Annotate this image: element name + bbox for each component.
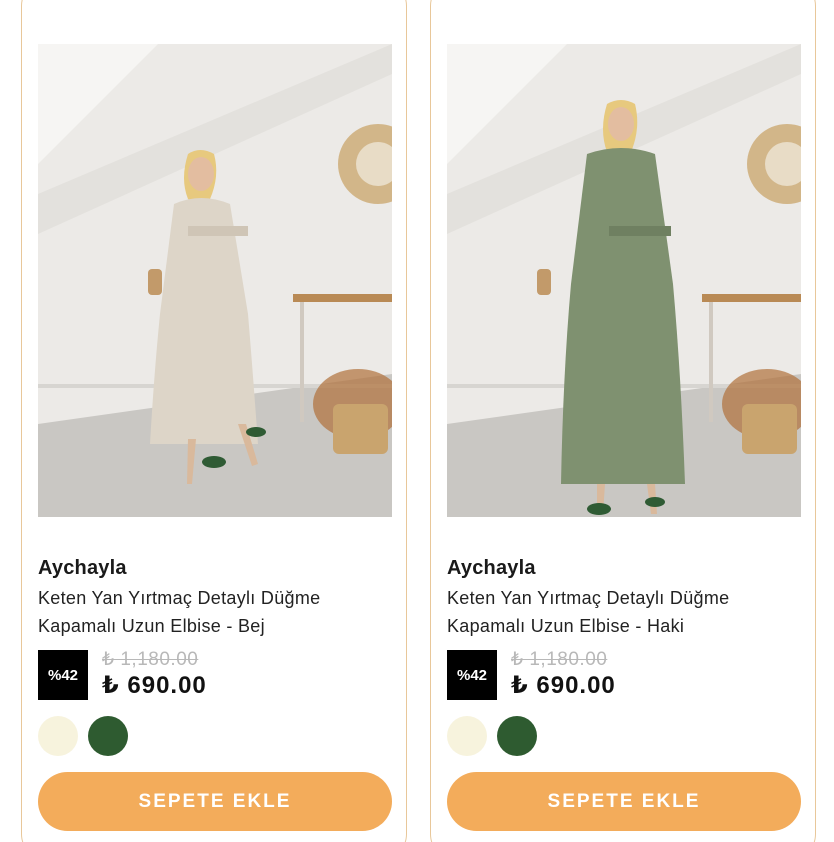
product-image[interactable] — [447, 44, 801, 517]
product-name[interactable]: Keten Yan Yırtmaç Detaylı Düğme Kapamalı… — [38, 584, 388, 640]
brand-name: Aychayla — [447, 557, 536, 579]
discount-badge: %42 — [447, 650, 497, 700]
product-image[interactable] — [38, 44, 392, 517]
product-grid: Aychayla Keten Yan Yırtmaç Detaylı Düğme… — [0, 0, 834, 842]
color-swatches — [447, 716, 537, 756]
swatch-bej[interactable] — [447, 716, 487, 756]
swatch-bej[interactable] — [38, 716, 78, 756]
brand-name: Aychayla — [38, 557, 127, 579]
discount-badge: %42 — [38, 650, 88, 700]
product-card[interactable]: Aychayla Keten Yan Yırtmaç Detaylı Düğme… — [430, 0, 816, 842]
swatch-haki[interactable] — [497, 716, 537, 756]
old-price: ₺ 1,180.00 — [102, 649, 199, 670]
add-to-cart-button[interactable]: SEPETE EKLE — [447, 772, 801, 831]
color-swatches — [38, 716, 128, 756]
new-price: ₺ 690.00 — [511, 672, 616, 699]
new-price: ₺ 690.00 — [102, 672, 207, 699]
swatch-haki[interactable] — [88, 716, 128, 756]
product-name[interactable]: Keten Yan Yırtmaç Detaylı Düğme Kapamalı… — [447, 584, 797, 640]
product-card[interactable]: Aychayla Keten Yan Yırtmaç Detaylı Düğme… — [21, 0, 407, 842]
old-price: ₺ 1,180.00 — [511, 649, 608, 670]
add-to-cart-button[interactable]: SEPETE EKLE — [38, 772, 392, 831]
